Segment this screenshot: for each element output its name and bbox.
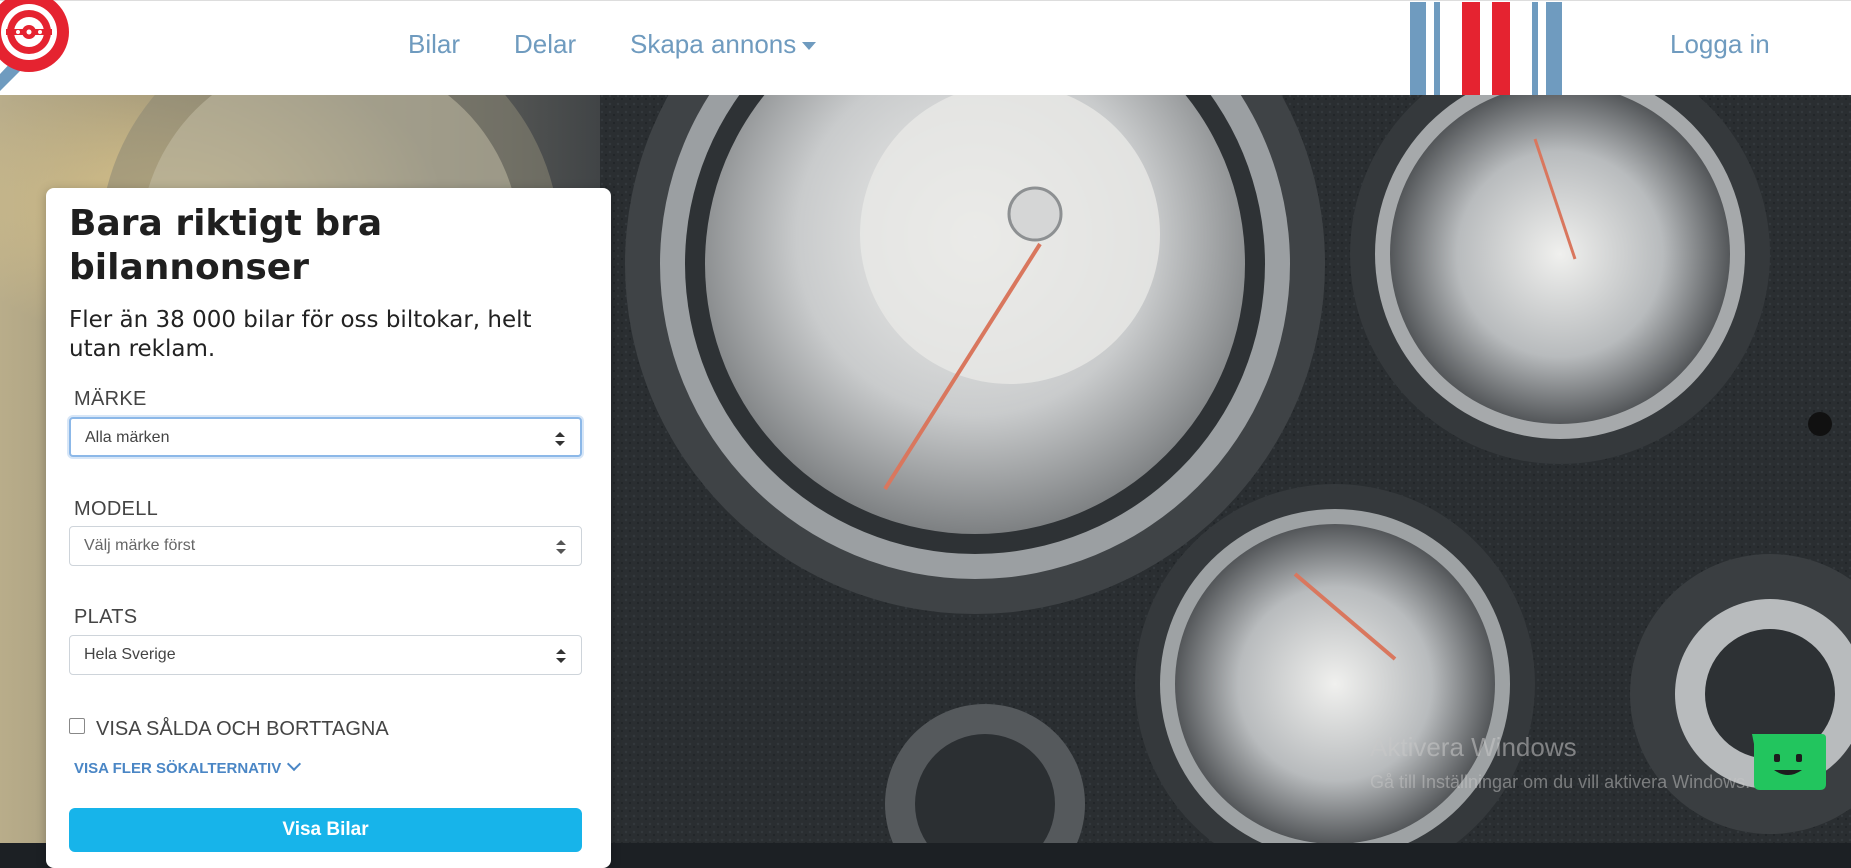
- select-updown-icon: [555, 432, 565, 446]
- login-link[interactable]: Logga in: [1670, 29, 1770, 60]
- site-header: Bilar Delar Skapa annons Logga in: [0, 0, 1851, 95]
- brand-select[interactable]: Alla märken: [69, 417, 582, 457]
- brand-select-value: Alla märken: [85, 429, 170, 446]
- search-card: Bara riktigt bra bilannonser Fler än 38 …: [46, 188, 611, 868]
- model-select[interactable]: Välj märke först: [69, 526, 582, 566]
- brand-label: MÄRKE: [74, 388, 147, 410]
- caret-down-icon: [802, 42, 817, 51]
- more-search-options-label: VISA FLER SÖKALTERNATIV: [74, 760, 282, 777]
- show-cars-button[interactable]: Visa Bilar: [69, 808, 582, 852]
- select-updown-icon: [556, 540, 566, 554]
- model-label: MODELL: [74, 498, 159, 520]
- location-select[interactable]: Hela Sverige: [69, 635, 582, 675]
- windows-activation-text: Gå till Inställningar om du vill aktiver…: [1370, 772, 1751, 792]
- location-select-value: Hela Sverige: [84, 646, 176, 663]
- windows-activation-title: Aktivera Windows: [1370, 732, 1577, 762]
- show-sold-checkbox[interactable]: [69, 718, 85, 734]
- chevron-down-icon: [287, 756, 302, 772]
- nav-bilar-link[interactable]: Bilar: [408, 29, 460, 60]
- site-logo-steering-wheel-icon[interactable]: [0, 0, 74, 97]
- hero-title: Bara riktigt bra bilannonser: [69, 203, 383, 288]
- chat-widget-icon[interactable]: [1748, 734, 1826, 794]
- location-label: PLATS: [74, 606, 138, 628]
- show-sold-label[interactable]: VISA SÅLDA OCH BORTTAGNA: [96, 718, 389, 741]
- hero-subtitle: Fler än 38 000 bilar för oss biltokar, h…: [69, 307, 532, 362]
- select-updown-icon: [556, 649, 566, 663]
- nav-skapa-annons-dropdown[interactable]: Skapa annons: [630, 29, 817, 60]
- more-search-options-toggle[interactable]: VISA FLER SÖKALTERNATIV: [74, 756, 302, 777]
- racing-stripes-decoration: [1410, 2, 1566, 95]
- nav-skapa-annons-label: Skapa annons: [630, 29, 797, 59]
- model-select-value: Välj märke först: [84, 537, 196, 554]
- nav-delar-link[interactable]: Delar: [514, 29, 576, 60]
